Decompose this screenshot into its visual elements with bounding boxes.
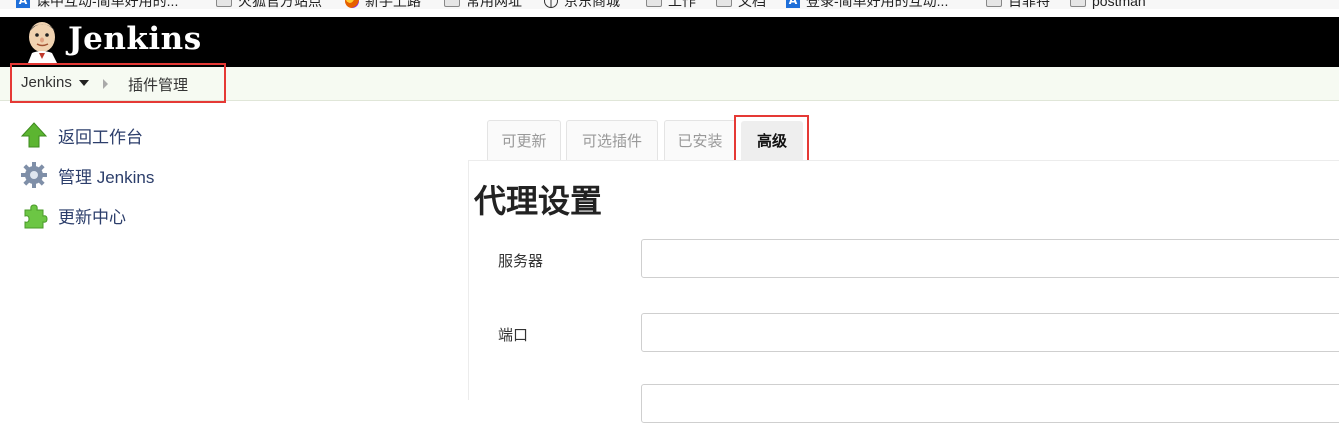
bookmark-item[interactable]: 常用网址	[444, 0, 522, 9]
globe-icon	[544, 0, 558, 8]
bookmark-label: 火狐官方站点	[238, 0, 322, 9]
a-icon: A	[16, 0, 30, 8]
sidebar-item-manage-jenkins[interactable]: 管理 Jenkins	[20, 161, 154, 189]
jenkins-butler-icon[interactable]	[22, 19, 64, 63]
bookmark-label: 工作	[668, 0, 696, 9]
bookmark-label: 文档	[738, 0, 766, 9]
jenkins-logo-text[interactable]: Jenkins	[68, 21, 202, 57]
bookmark-label: 百菲特	[1008, 0, 1050, 9]
folder-icon	[1070, 0, 1086, 7]
jenkins-header: Jenkins	[0, 17, 1339, 67]
folder-icon	[986, 0, 1002, 7]
gear-icon	[21, 162, 47, 188]
firefox-icon	[345, 0, 359, 8]
bookmark-label: 新手上路	[365, 0, 421, 9]
folder-icon	[646, 0, 662, 7]
folder-icon	[716, 0, 732, 7]
up-arrow-icon	[20, 122, 48, 148]
bookmark-item[interactable]: A 课中互动-简单好用的...	[16, 0, 178, 9]
next-field-input[interactable]	[641, 384, 1339, 423]
bookmark-item[interactable]: postman	[1070, 0, 1146, 9]
puzzle-icon	[24, 204, 48, 229]
port-label: 端口	[498, 327, 529, 344]
port-input[interactable]	[641, 313, 1339, 352]
server-label: 服务器	[498, 253, 544, 270]
sidebar-item-label: 更新中心	[58, 207, 126, 227]
bookmark-item[interactable]: 文档	[716, 0, 766, 9]
sidebar-item-update-center[interactable]: 更新中心	[20, 201, 126, 229]
bookmark-item[interactable]: 百菲特	[986, 0, 1050, 9]
sidebar-item-label: 返回工作台	[58, 127, 143, 147]
tab-installed[interactable]: 已安装	[664, 120, 736, 160]
tab-updates[interactable]: 可更新	[487, 120, 561, 160]
bookmark-label: 登录-简单好用的互动...	[806, 0, 949, 9]
folder-icon	[216, 0, 232, 7]
sidebar-item-label: 管理 Jenkins	[58, 167, 155, 187]
bookmark-label: 京东商城	[564, 0, 620, 9]
bookmark-label: 常用网址	[466, 0, 522, 9]
bookmark-item[interactable]: 京东商城	[544, 0, 620, 9]
a-icon: A	[786, 0, 800, 8]
bookmark-item[interactable]: 工作	[646, 0, 696, 9]
bookmarks-bar: A 课中互动-简单好用的... 火狐官方站点 新手上路 常用网址 京东商城 工作…	[0, 0, 1339, 9]
sidebar-item-back-to-dashboard[interactable]: 返回工作台	[20, 121, 143, 149]
tab-available[interactable]: 可选插件	[566, 120, 658, 160]
proxy-settings-title: 代理设置	[474, 182, 603, 220]
bookmark-item[interactable]: A 登录-简单好用的互动...	[786, 0, 948, 9]
bookmark-label: postman	[1092, 0, 1146, 9]
bookmark-label: 课中互动-简单好用的...	[36, 0, 179, 9]
server-input[interactable]	[641, 239, 1339, 278]
bookmark-item[interactable]: 新手上路	[345, 0, 421, 9]
folder-icon	[444, 0, 460, 7]
bookmark-item[interactable]: 火狐官方站点	[216, 0, 322, 9]
breadcrumb-highlight-box	[10, 63, 226, 103]
